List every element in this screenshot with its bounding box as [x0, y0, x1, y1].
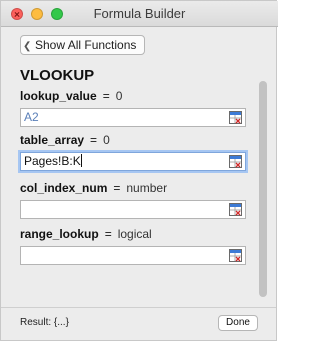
- param-name: range_lookup: [20, 227, 99, 241]
- param-equals: =: [104, 227, 112, 241]
- param-equals: =: [90, 133, 98, 147]
- collapse-dialog-icon[interactable]: [229, 249, 242, 262]
- collapse-dialog-icon[interactable]: [229, 111, 242, 124]
- lookup-value-text: A2: [24, 110, 39, 124]
- param-name: lookup_value: [20, 89, 97, 103]
- param-hint: logical: [117, 227, 152, 241]
- col-index-num-input[interactable]: [20, 200, 246, 219]
- param-hint: 0: [103, 133, 110, 147]
- param-label: col_index_num = number: [20, 181, 246, 197]
- lookup-value-input[interactable]: A2: [20, 108, 246, 127]
- result-text: Result: {...}: [20, 317, 69, 328]
- param-equals: =: [113, 181, 121, 195]
- range-lookup-input[interactable]: [20, 246, 246, 265]
- param-hint: number: [126, 181, 168, 195]
- show-all-functions-button[interactable]: ❮ Show All Functions: [20, 35, 146, 55]
- table-array-input[interactable]: Pages!B:K: [20, 152, 246, 171]
- param-hint: 0: [115, 89, 123, 103]
- vertical-scrollbar[interactable]: [259, 81, 267, 297]
- table-array-text: Pages!B:K: [24, 154, 81, 168]
- param-lookup-value: lookup_value = 0 A2: [20, 89, 246, 127]
- param-table-array: table_array = 0 Pages!B:K: [20, 133, 246, 171]
- param-name: table_array: [20, 133, 85, 147]
- footer-divider: [1, 307, 276, 308]
- collapse-dialog-icon[interactable]: [229, 155, 242, 168]
- param-equals: =: [102, 89, 110, 103]
- param-col-index-num: col_index_num = number: [20, 181, 246, 219]
- collapse-dialog-icon[interactable]: [229, 203, 242, 216]
- function-name: VLOOKUP: [20, 67, 95, 84]
- param-range-lookup: range_lookup = logical: [20, 227, 246, 265]
- chevron-left-icon: ❮: [23, 41, 32, 52]
- window-title: Formula Builder: [93, 6, 186, 21]
- param-label: table_array = 0: [20, 133, 246, 149]
- done-button[interactable]: Done: [218, 315, 258, 331]
- text-caret: [80, 154, 82, 167]
- param-label: range_lookup = logical: [20, 227, 246, 243]
- param-name: col_index_num: [20, 181, 108, 195]
- show-all-functions-label: Show All Functions: [35, 38, 137, 52]
- formula-builder-window: Formula Builder ❮ Show All Functions VLO…: [0, 0, 278, 341]
- title-bar: Formula Builder: [1, 1, 278, 27]
- param-label: lookup_value = 0: [20, 89, 246, 105]
